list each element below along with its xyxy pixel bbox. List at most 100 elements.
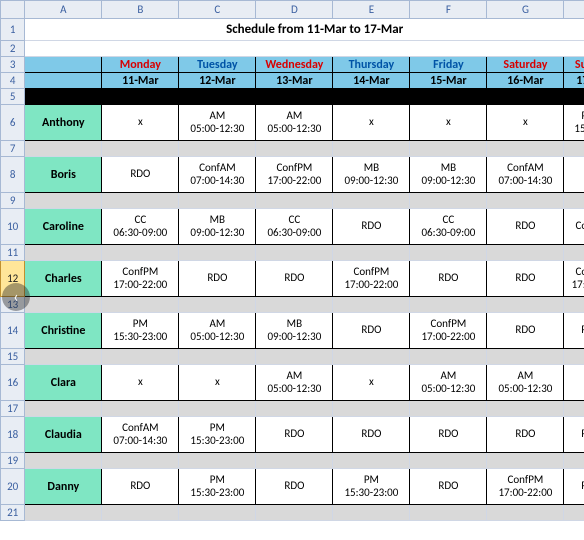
row-header-20[interactable]: 20 xyxy=(1,469,25,505)
schedule-cell[interactable]: RDO xyxy=(256,261,333,297)
schedule-cell[interactable]: R xyxy=(564,417,584,453)
schedule-cell[interactable]: AM05:00-12:30 xyxy=(179,105,256,141)
row-header-19[interactable]: 19 xyxy=(1,453,25,469)
col-header-D[interactable]: D xyxy=(256,1,333,19)
spacer-cell xyxy=(179,141,256,157)
schedule-cell[interactable]: x xyxy=(102,105,179,141)
schedule-cell[interactable]: x xyxy=(333,105,410,141)
schedule-cell[interactable] xyxy=(564,157,584,193)
schedule-cell[interactable]: AM05:00-12:30 xyxy=(410,365,487,401)
schedule-cell[interactable]: R xyxy=(564,313,584,349)
schedule-cell[interactable]: MB09:00-12:30 xyxy=(179,209,256,245)
day-header: Monday xyxy=(102,57,179,73)
schedule-cell[interactable]: RDO xyxy=(333,209,410,245)
row-header-5[interactable]: 5 xyxy=(1,89,25,105)
schedule-cell[interactable]: RDO xyxy=(333,417,410,453)
row-header-14[interactable]: 14 xyxy=(1,313,25,349)
schedule-cell[interactable]: P15:3 xyxy=(564,105,584,141)
schedule-cell[interactable]: RDO xyxy=(410,417,487,453)
schedule-cell[interactable]: AM05:00-12:30 xyxy=(256,105,333,141)
schedule-cell[interactable]: RDO xyxy=(410,469,487,505)
select-all-corner[interactable] xyxy=(1,1,25,19)
day-header: Tuesday xyxy=(179,57,256,73)
col-header-F[interactable]: F xyxy=(410,1,487,19)
row-header-10[interactable]: 10 xyxy=(1,209,25,245)
schedule-cell[interactable]: RDO xyxy=(179,261,256,297)
person-name: Caroline xyxy=(25,209,102,245)
schedule-cell[interactable]: RDO xyxy=(256,417,333,453)
schedule-cell[interactable]: AM05:00-12:30 xyxy=(179,313,256,349)
schedule-cell[interactable]: RDO xyxy=(487,313,564,349)
schedule-cell[interactable]: MB09:00-12:30 xyxy=(333,157,410,193)
schedule-cell[interactable]: PM15:30-23:00 xyxy=(102,313,179,349)
col-header-G[interactable]: G xyxy=(487,1,564,19)
row-header-1[interactable]: 1 xyxy=(1,19,25,41)
row-header-3[interactable]: 3 xyxy=(1,57,25,73)
row-header-9[interactable]: 9 xyxy=(1,193,25,209)
spacer-cell xyxy=(564,141,584,157)
schedule-cell[interactable]: ConfAM07:00-14:30 xyxy=(102,417,179,453)
schedule-cell[interactable]: ConfPM17:00-22:00 xyxy=(487,469,564,505)
schedule-cell[interactable]: RDO xyxy=(487,209,564,245)
row-header-16[interactable]: 16 xyxy=(1,365,25,401)
spacer-cell xyxy=(410,141,487,157)
spacer-cell xyxy=(179,349,256,365)
schedule-cell[interactable]: ConfPM17:00-22:00 xyxy=(410,313,487,349)
schedule-cell[interactable]: CC06:30-09:00 xyxy=(410,209,487,245)
schedule-cell[interactable]: RDO xyxy=(256,469,333,505)
schedule-cell[interactable]: Con xyxy=(564,209,584,245)
prev-arrow[interactable]: ‹ xyxy=(2,283,30,311)
schedule-cell[interactable]: ConfPM17:00-22:00 xyxy=(333,261,410,297)
row-header-11[interactable]: 11 xyxy=(1,245,25,261)
schedule-cell[interactable]: R xyxy=(564,469,584,505)
schedule-cell[interactable]: PM15:30-23:00 xyxy=(179,417,256,453)
schedule-cell[interactable]: RDO xyxy=(333,313,410,349)
row-header-2[interactable]: 2 xyxy=(1,41,25,57)
schedule-cell[interactable]: RDO xyxy=(410,261,487,297)
col-header-E[interactable]: E xyxy=(333,1,410,19)
schedule-cell[interactable]: x xyxy=(333,365,410,401)
schedule-cell[interactable]: Con17:00 xyxy=(564,261,584,297)
row-header-21[interactable]: 21 xyxy=(1,505,25,521)
schedule-cell[interactable]: RDO xyxy=(102,469,179,505)
day-header: Sun xyxy=(564,57,584,73)
col-header-partial[interactable] xyxy=(564,1,584,19)
schedule-cell[interactable]: CC06:30-09:00 xyxy=(102,209,179,245)
schedule-cell[interactable]: PM15:30-23:00 xyxy=(333,469,410,505)
schedule-cell[interactable]: AM05:00-12:30 xyxy=(487,365,564,401)
schedule-cell[interactable]: PM15:30-23:00 xyxy=(179,469,256,505)
col-header-A[interactable]: A xyxy=(25,1,102,19)
row-header-8[interactable]: 8 xyxy=(1,157,25,193)
schedule-cell[interactable]: ConfPM17:00-22:00 xyxy=(102,261,179,297)
row-header-15[interactable]: 15 xyxy=(1,349,25,365)
schedule-cell[interactable]: MB09:00-12:30 xyxy=(410,157,487,193)
spacer-cell xyxy=(564,505,584,521)
row-header-18[interactable]: 18 xyxy=(1,417,25,453)
row-header-4[interactable]: 4 xyxy=(1,73,25,89)
schedule-cell[interactable]: ConfAM07:00-14:30 xyxy=(487,157,564,193)
spacer-cell xyxy=(410,401,487,417)
schedule-cell[interactable]: RDO xyxy=(102,157,179,193)
schedule-cell[interactable]: CC06:30-09:00 xyxy=(256,209,333,245)
row-header-6[interactable]: 6 xyxy=(1,105,25,141)
row-header-17[interactable]: 17 xyxy=(1,401,25,417)
spreadsheet-grid[interactable]: A B C D E F G 1 Schedule from 11-Mar to … xyxy=(0,0,584,521)
schedule-cell[interactable]: MB09:00-12:30 xyxy=(256,313,333,349)
schedule-cell[interactable]: ConfAM07:00-14:30 xyxy=(179,157,256,193)
schedule-cell[interactable]: x xyxy=(179,365,256,401)
col-header-C[interactable]: C xyxy=(179,1,256,19)
schedule-cell[interactable]: AM05:00-12:30 xyxy=(256,365,333,401)
row-header-7[interactable]: 7 xyxy=(1,141,25,157)
schedule-cell[interactable]: x xyxy=(410,105,487,141)
schedule-cell[interactable]: ConfPM17:00-22:00 xyxy=(256,157,333,193)
spacer-cell xyxy=(256,141,333,157)
schedule-cell[interactable]: RDO xyxy=(487,417,564,453)
col-header-B[interactable]: B xyxy=(102,1,179,19)
schedule-cell[interactable]: x xyxy=(487,105,564,141)
person-name: Christine xyxy=(25,313,102,349)
spacer-cell xyxy=(179,505,256,521)
spacer-cell xyxy=(564,401,584,417)
schedule-cell[interactable]: RDO xyxy=(487,261,564,297)
schedule-cell[interactable] xyxy=(564,365,584,401)
schedule-cell[interactable]: x xyxy=(102,365,179,401)
